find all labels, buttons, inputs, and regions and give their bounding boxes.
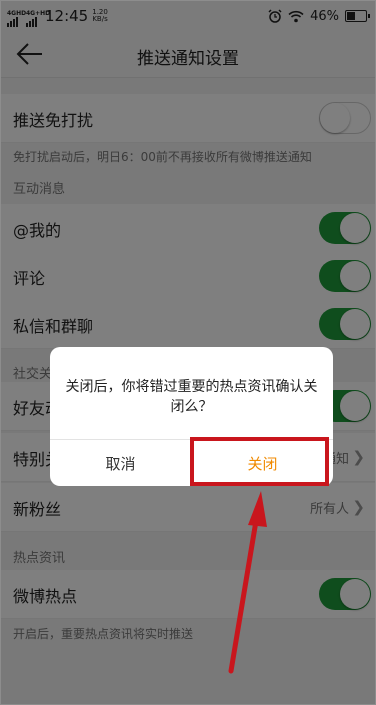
phone-screen: 4GHD 4G+HD 12:45 1.20 KB/s 46% (0, 0, 376, 705)
cancel-button[interactable]: 取消 (50, 440, 191, 486)
highlight-box (190, 437, 329, 486)
dialog-message: 关闭后，你将错过重要的热点资讯确认关闭么？ (65, 379, 318, 415)
